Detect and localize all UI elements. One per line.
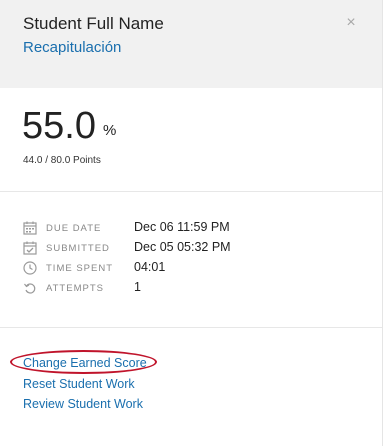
close-icon[interactable]: ×	[344, 15, 358, 31]
percent-symbol: %	[103, 122, 117, 139]
undo-icon	[24, 283, 36, 294]
time-spent-label: TIME SPENT	[46, 263, 114, 274]
calendar-icon	[23, 221, 37, 235]
time-spent-value: 04:01	[134, 260, 166, 274]
due-date-value: Dec 06 11:59 PM	[134, 220, 230, 234]
attempts-label: ATTEMPTS	[46, 283, 104, 294]
score-value: 55.0	[22, 105, 96, 147]
assignment-title[interactable]: Recapitulación	[23, 39, 121, 56]
review-student-work-link[interactable]: Review Student Work	[23, 397, 143, 411]
student-name: Student Full Name	[23, 14, 164, 33]
divider	[0, 191, 382, 192]
submitted-value: Dec 05 05:32 PM	[134, 240, 231, 254]
detail-row-time-spent: TIME SPENT 04:01	[23, 260, 353, 278]
detail-row-submitted: SUBMITTED Dec 05 05:32 PM	[23, 240, 353, 258]
attempts-value: 1	[134, 280, 141, 294]
points-text: 44.0 / 80.0 Points	[23, 155, 101, 166]
submitted-label: SUBMITTED	[46, 243, 110, 254]
checked-calendar-icon	[23, 241, 37, 255]
highlight-annotation	[10, 350, 157, 374]
detail-row-attempts: ATTEMPTS 1	[23, 280, 353, 298]
panel-header: Student Full Name Recapitulación ×	[0, 0, 382, 88]
divider	[0, 327, 382, 328]
student-score-panel: Student Full Name Recapitulación × 55.0 …	[0, 0, 383, 446]
detail-row-due-date: DUE DATE Dec 06 11:59 PM	[23, 220, 353, 238]
clock-icon	[23, 261, 37, 275]
due-date-label: DUE DATE	[46, 223, 102, 234]
reset-student-work-link[interactable]: Reset Student Work	[23, 377, 135, 391]
